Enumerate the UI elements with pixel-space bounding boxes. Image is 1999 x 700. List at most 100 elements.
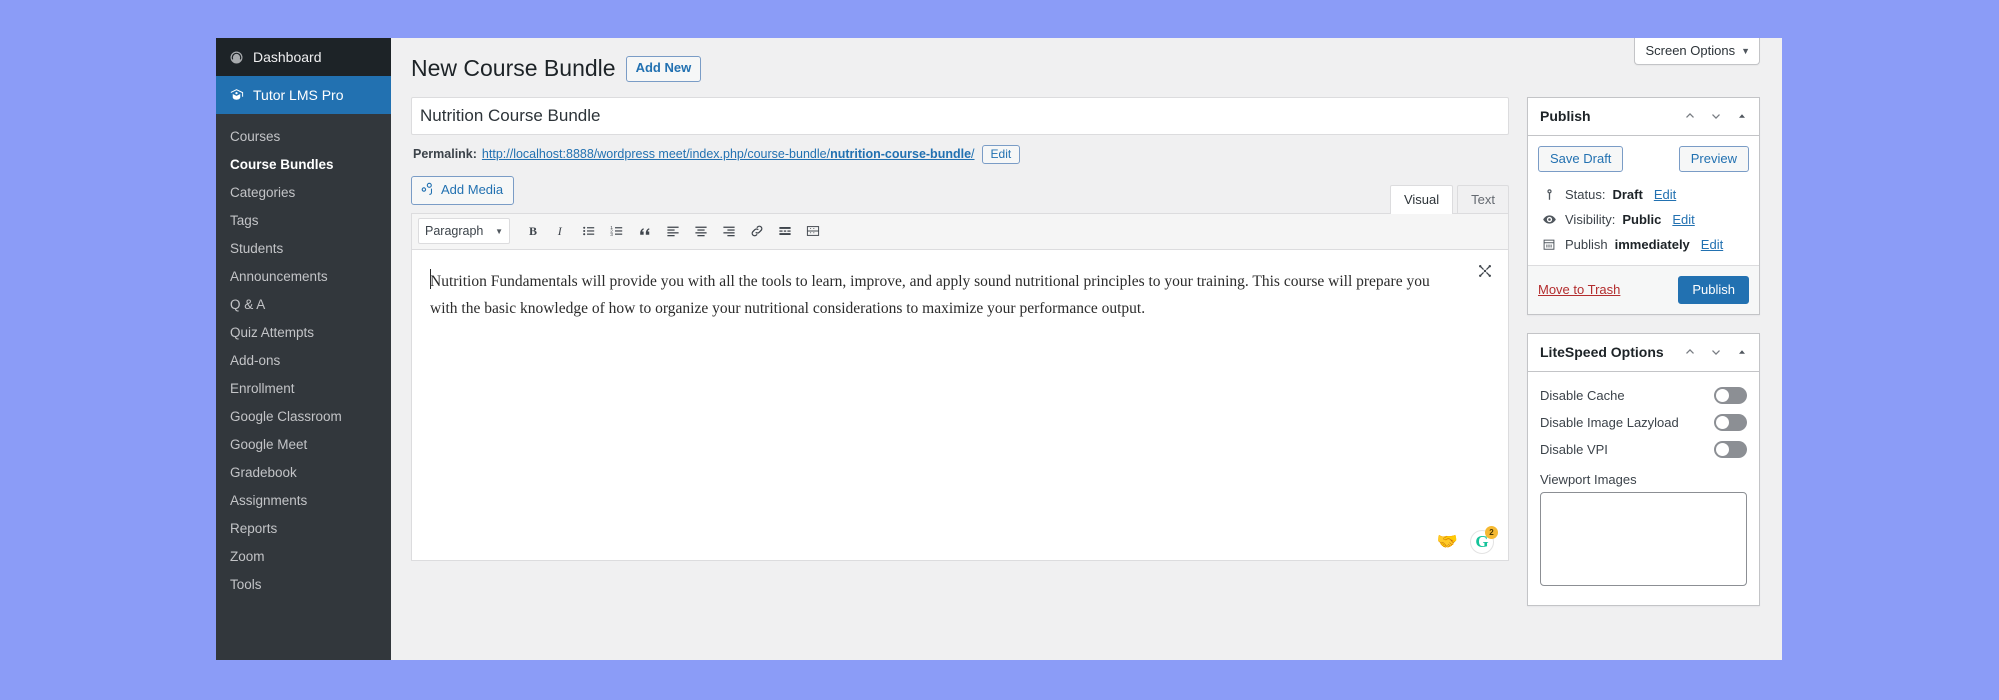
editor-content-area[interactable]: Nutrition Fundamentals will provide you …: [412, 249, 1508, 560]
sidebar-item-tags[interactable]: Tags: [216, 207, 391, 235]
screen-options-button[interactable]: Screen Options ▼: [1634, 38, 1760, 65]
sidebar-item-course-bundles[interactable]: Course Bundles: [216, 151, 391, 179]
tab-text[interactable]: Text: [1457, 184, 1509, 214]
grammarly-badge: 2: [1485, 525, 1498, 539]
edit-visibility-link[interactable]: Edit: [1672, 212, 1694, 227]
edit-form-main-column: Permalink: http://localhost:8888/wordpre…: [411, 96, 1509, 561]
eye-icon: [1540, 212, 1558, 227]
toggle-knob: [1716, 415, 1729, 429]
sidebar-item-reports[interactable]: Reports: [216, 515, 391, 543]
align-right-icon[interactable]: [716, 218, 742, 244]
sidebar-item-gradebook[interactable]: Gradebook: [216, 459, 391, 487]
edit-permalink-button[interactable]: Edit: [981, 144, 1021, 164]
italic-icon[interactable]: I: [548, 218, 574, 244]
media-icon: [420, 181, 435, 199]
disable-image-lazyload-toggle[interactable]: [1714, 413, 1747, 431]
visibility-row: Visibility: Public Edit: [1538, 207, 1749, 232]
publish-time-value: immediately: [1614, 236, 1690, 252]
disable-vpi-toggle[interactable]: [1714, 440, 1747, 458]
toolbar-toggle-icon[interactable]: [800, 218, 826, 244]
admin-main: Screen Options ▼ New Course Bundle Add N…: [391, 38, 1782, 660]
paragraph-format-value: Paragraph: [425, 224, 484, 239]
move-to-trash-link[interactable]: Move to Trash: [1538, 282, 1620, 297]
add-media-button[interactable]: Add Media: [411, 175, 515, 205]
sidebar-item-tutor-lms-pro[interactable]: Tutor LMS Pro: [216, 76, 399, 114]
sidebar-item-courses[interactable]: Courses: [216, 123, 391, 151]
sidebar-item-enrollment[interactable]: Enrollment: [216, 375, 391, 403]
publish-box-header: Publish: [1528, 98, 1759, 136]
chevron-down-icon[interactable]: [1703, 339, 1729, 365]
link-icon[interactable]: [744, 218, 770, 244]
sidebar-item-assignments[interactable]: Assignments: [216, 487, 391, 515]
calendar-icon: [1540, 237, 1558, 251]
viewport-images-label: Viewport Images: [1540, 471, 1637, 487]
publish-box-title: Publish: [1540, 108, 1591, 125]
publish-time-prefix: Publish: [1565, 236, 1608, 252]
sidebar-item-google-meet[interactable]: Google Meet: [216, 431, 391, 459]
sidebar-item-dashboard[interactable]: Dashboard: [216, 38, 391, 76]
edit-form-columns: Permalink: http://localhost:8888/wordpre…: [411, 96, 1760, 624]
litespeed-box-title: LiteSpeed Options: [1540, 344, 1664, 361]
publish-button[interactable]: Publish: [1678, 275, 1749, 304]
numbered-list-icon[interactable]: 1 2 3: [604, 218, 630, 244]
grammarly-icon[interactable]: G 2: [1470, 525, 1498, 554]
align-center-icon[interactable]: [688, 218, 714, 244]
paragraph-format-select[interactable]: Paragraph ▼: [418, 218, 510, 245]
permalink-link[interactable]: http://localhost:8888/wordpress meet/ind…: [482, 147, 975, 161]
editor-body-text: Nutrition Fundamentals will provide you …: [430, 272, 1430, 318]
editor-toolbar: Paragraph ▼ B I 1 2 3: [412, 213, 1508, 250]
blockquote-icon[interactable]: [632, 218, 658, 244]
sidebar-item-zoom[interactable]: Zoom: [216, 543, 391, 571]
chevron-up-icon[interactable]: [1677, 103, 1703, 129]
page-title-row: New Course Bundle Add New: [411, 54, 1760, 84]
publish-action-buttons: Save Draft Preview: [1538, 145, 1749, 172]
litespeed-box-header: LiteSpeed Options: [1528, 334, 1759, 372]
sidebar-item-categories[interactable]: Categories: [216, 179, 391, 207]
post-title-input[interactable]: [411, 96, 1509, 135]
edit-form-side-column: Publish Save Draft Preview Status: Draft…: [1527, 96, 1760, 624]
svg-text:I: I: [557, 224, 563, 238]
litespeed-options-box: LiteSpeed Options Disable Cache Disable …: [1527, 332, 1760, 606]
disable-cache-toggle[interactable]: [1714, 386, 1747, 404]
text-caret: [430, 268, 431, 289]
edit-publish-time-link[interactable]: Edit: [1701, 237, 1723, 252]
chevron-down-icon[interactable]: [1703, 103, 1729, 129]
litespeed-box-body: Disable Cache Disable Image Lazyload Dis…: [1528, 372, 1759, 605]
bold-icon[interactable]: B: [520, 218, 546, 244]
editor-mode-tabs: Visual Text: [1386, 184, 1509, 214]
save-draft-button[interactable]: Save Draft: [1538, 145, 1624, 172]
sidebar-item-students[interactable]: Students: [216, 235, 391, 263]
sidebar-item-google-classroom[interactable]: Google Classroom: [216, 403, 391, 431]
preview-button[interactable]: Preview: [1678, 145, 1749, 172]
tab-visual[interactable]: Visual: [1389, 184, 1454, 214]
toggle-panel-icon[interactable]: [1729, 339, 1755, 365]
status-row: Status: Draft Edit: [1538, 182, 1749, 207]
add-new-button[interactable]: Add New: [625, 56, 702, 82]
bulleted-list-icon[interactable]: [576, 218, 602, 244]
dashboard-icon: [229, 50, 244, 65]
edit-status-link[interactable]: Edit: [1654, 187, 1676, 202]
sidebar-item-qa[interactable]: Q & A: [216, 291, 391, 319]
status-prefix: Status:: [1565, 186, 1606, 202]
chevron-up-icon[interactable]: [1677, 339, 1703, 365]
status-value: Draft: [1612, 186, 1643, 202]
sidebar-item-add-ons[interactable]: Add-ons: [216, 347, 391, 375]
handshake-icon[interactable]: 🤝: [1437, 533, 1458, 550]
publish-time-row: Publish immediately Edit: [1538, 232, 1749, 257]
permalink-label: Permalink:: [413, 147, 477, 162]
tutor-lms-icon: [229, 88, 244, 103]
chevron-down-icon: ▼: [1741, 45, 1750, 56]
read-more-icon[interactable]: [772, 218, 798, 244]
sidebar-item-announcements[interactable]: Announcements: [216, 263, 391, 291]
align-left-icon[interactable]: [660, 218, 686, 244]
toggle-panel-icon[interactable]: [1729, 103, 1755, 129]
sidebar-item-quiz-attempts[interactable]: Quiz Attempts: [216, 319, 391, 347]
disable-image-lazyload-row: Disable Image Lazyload: [1540, 409, 1747, 436]
distraction-free-icon[interactable]: [1472, 258, 1498, 284]
screen-options-label: Screen Options: [1645, 43, 1736, 58]
viewport-images-textarea[interactable]: [1540, 491, 1747, 586]
sidebar-item-tools[interactable]: Tools: [216, 571, 391, 599]
sidebar-submenu: Courses Course Bundles Categories Tags S…: [216, 114, 391, 609]
pin-icon: [1540, 188, 1558, 201]
content-area: New Course Bundle Add New Permalink: htt…: [391, 38, 1782, 624]
